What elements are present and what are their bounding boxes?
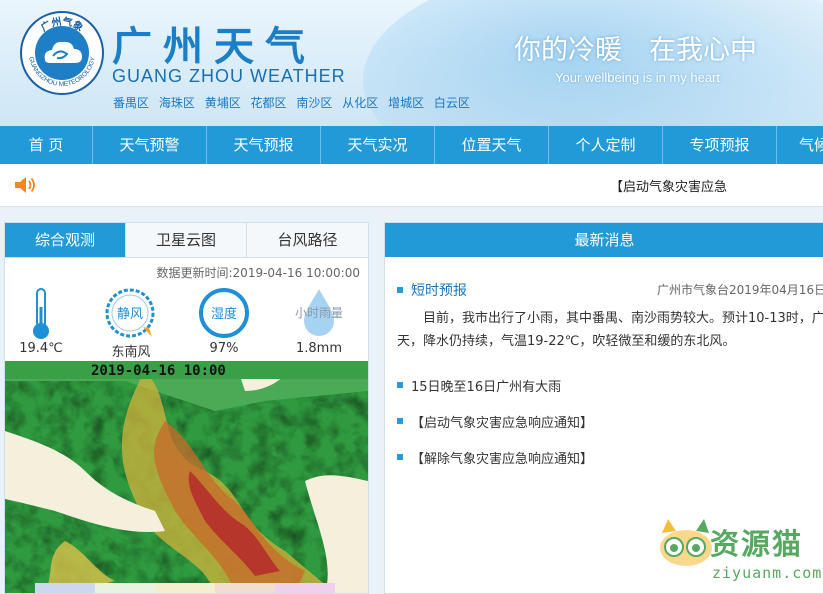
wind-icon: 静风 [105, 288, 155, 338]
news-source: 广州市气象台2019年04月16日 [657, 283, 823, 297]
tab-satellite-cloud[interactable]: 卫星云图 [126, 223, 247, 257]
district-link[interactable]: 花都区 [251, 96, 287, 110]
bullet-icon [397, 418, 403, 424]
bullet-icon [397, 287, 403, 293]
district-link[interactable]: 南沙区 [296, 96, 332, 110]
nav-item-warnings[interactable]: 天气预警 [93, 126, 207, 164]
temperature-value: 19.4℃ [19, 341, 63, 356]
watermark-url: ziyuanm.com [712, 564, 823, 582]
news-body-line: 天，降水仍持续，气温19-22℃，吹轻微至和缓的东北风。 [397, 334, 736, 349]
district-link[interactable]: 海珠区 [159, 96, 195, 110]
radar-timestamp: 2019-04-16 10:00 [91, 363, 226, 379]
district-link[interactable]: 番禺区 [113, 96, 149, 110]
district-links: 番禺区 海珠区 黄埔区 花都区 南沙区 从化区 增城区 白云区 [113, 94, 476, 111]
nav-item-observation[interactable]: 天气实况 [321, 126, 435, 164]
rainfall-value: 1.8mm [295, 341, 342, 356]
nav-item-climate[interactable]: 气候 [777, 126, 823, 164]
news-body: 目前，我市出行了小雨，其中番禺、南沙雨势较大。预计10-13时，广 天，降水仍持… [397, 307, 823, 353]
watermark-text: 资源猫 [710, 527, 804, 561]
humidity-label: 湿度 [211, 306, 237, 322]
bullet-icon [397, 382, 403, 388]
nav-item-special-forecast[interactable]: 专项预报 [663, 126, 777, 164]
thermometer-icon [33, 288, 49, 339]
site-subtitle: GUANG ZHOU WEATHER [112, 66, 346, 86]
wind-observation: 静风 东南风 [86, 287, 176, 360]
speaker-icon [15, 177, 35, 193]
site-title: 广州天气 [112, 23, 316, 70]
ticker-text[interactable]: 【启动气象灾害应急 [610, 176, 727, 195]
nav-item-personal[interactable]: 个人定制 [549, 126, 663, 164]
humidity-value: 97% [209, 341, 239, 356]
slogan-english: Your wellbeing is in my heart [555, 70, 720, 85]
bullet-icon [397, 454, 403, 460]
news-item-heavy-rain[interactable]: 15日晚至16日广州有大雨 [411, 376, 561, 395]
nav-item-forecast[interactable]: 天气预报 [207, 126, 321, 164]
site-header: 广州气象 GUANGZHOU METEOROLOGY 广州天气 GUANG ZH… [0, 0, 823, 126]
humidity-icon: 湿度 [199, 288, 249, 338]
rainfall-label: 小时雨量 [295, 306, 343, 320]
wind-value: 东南风 [111, 345, 151, 360]
news-item-emergency-end[interactable]: 【解除气象灾害应急响应通知】 [411, 448, 593, 467]
observation-panel: 综合观测 卫星云图 台风路径 数据更新时间:2019-04-16 10:00:0… [4, 222, 369, 594]
news-item-emergency-start[interactable]: 【启动气象灾害应急响应通知】 [411, 412, 593, 431]
wind-label: 静风 [117, 307, 143, 322]
nav-item-home[interactable]: 首 页 [0, 126, 93, 164]
nav-item-location-weather[interactable]: 位置天气 [435, 126, 549, 164]
update-time: 数据更新时间:2019-04-16 10:00:00 [156, 266, 361, 280]
tab-typhoon-track[interactable]: 台风路径 [247, 223, 368, 257]
slogan: 你的冷暖 在我心中 [514, 35, 757, 66]
raindrop-icon: 小时雨量 [295, 289, 343, 336]
district-link[interactable]: 白云区 [434, 96, 470, 110]
news-item-short-forecast[interactable]: 短时预报 [411, 280, 467, 300]
temperature-observation: 19.4℃ [5, 287, 86, 357]
main-nav: 首 页 天气预警 天气预报 天气实况 位置天气 个人定制 专项预报 气候 [0, 126, 823, 164]
tab-comprehensive-observation[interactable]: 综合观测 [5, 223, 126, 257]
rainfall-observation: 小时雨量 1.8mm [274, 287, 364, 357]
notice-ticker: 【启动气象灾害应急 [0, 164, 823, 207]
district-link[interactable]: 黄埔区 [205, 96, 241, 110]
humidity-observation: 湿度 97% [179, 287, 269, 357]
district-link[interactable]: 从化区 [342, 96, 378, 110]
observation-tabs: 综合观测 卫星云图 台风路径 [5, 223, 368, 258]
district-link[interactable]: 增城区 [388, 96, 424, 110]
radar-image[interactable]: 2019-04-16 10:00 [5, 361, 368, 593]
news-header: 最新消息 [385, 223, 823, 257]
news-body-line: 目前，我市出行了小雨，其中番禺、南沙雨势较大。预计10-13时，广 [397, 311, 823, 326]
logo-emblem[interactable]: 广州气象 GUANGZHOU METEOROLOGY [19, 10, 105, 96]
